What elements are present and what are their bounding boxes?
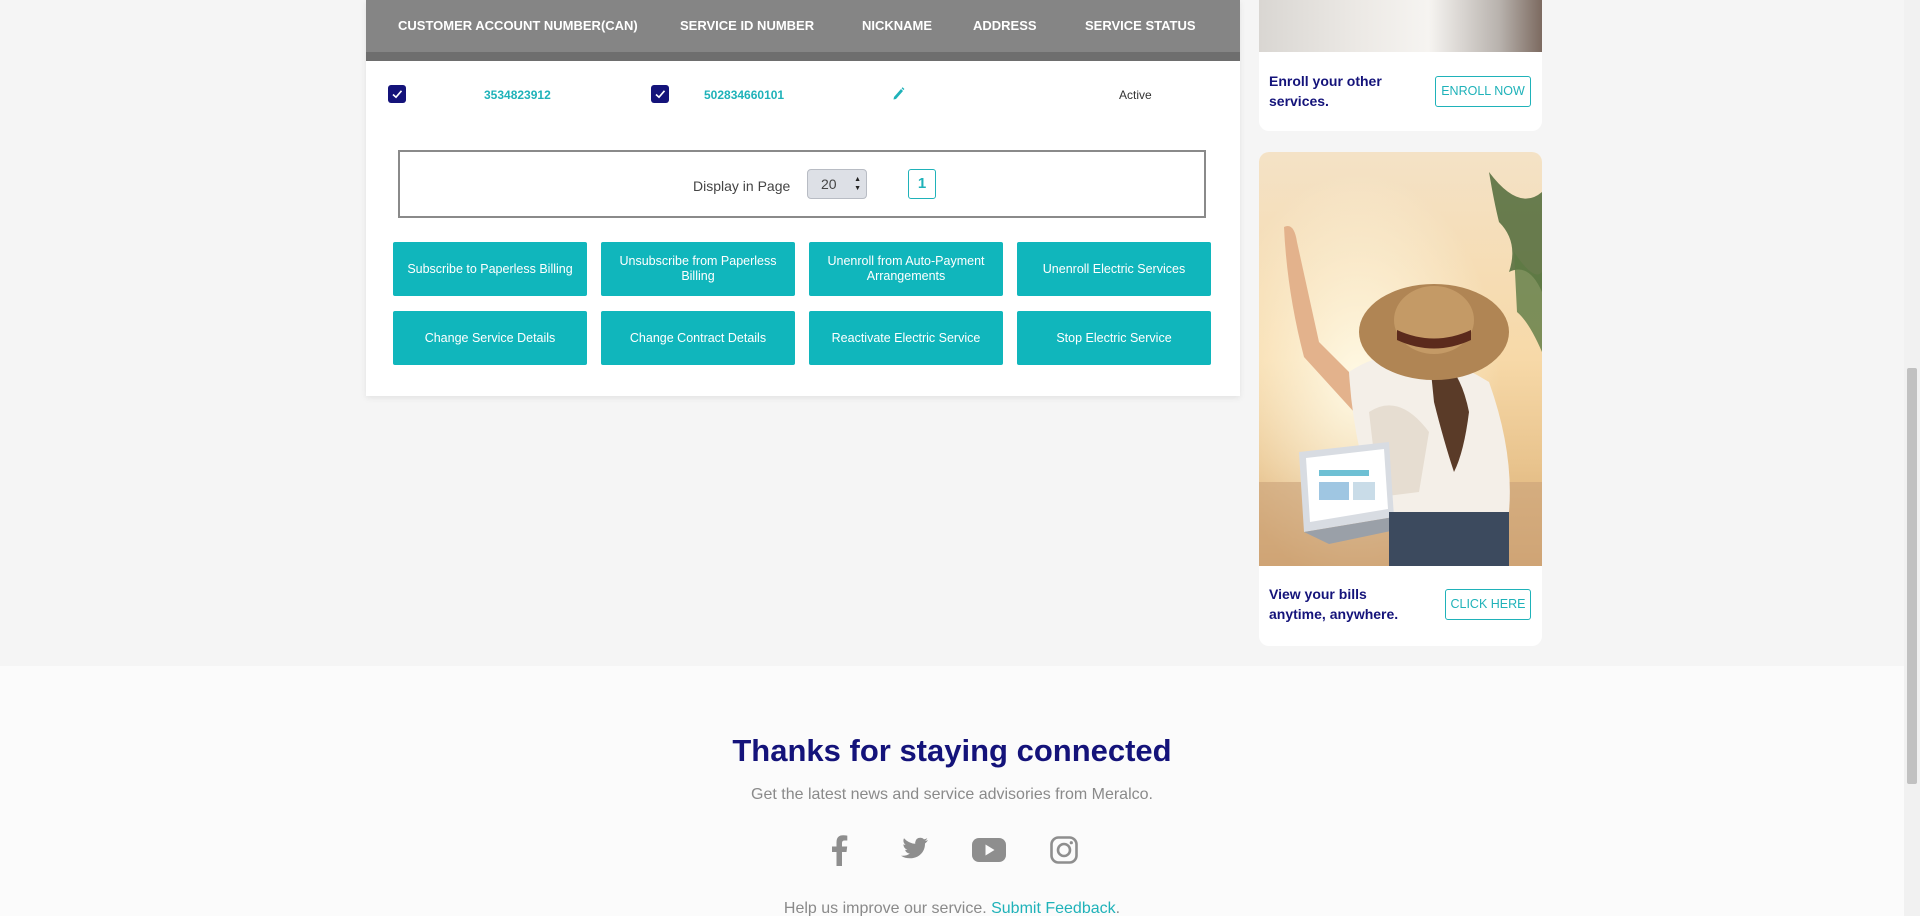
footer: Thanks for staying connected Get the lat… [0, 666, 1904, 916]
footer-help-suffix: . [1115, 900, 1121, 916]
pagination-bar: Display in Page 20 ▲ ▼ 1 [398, 150, 1206, 218]
reactivate-electric-button[interactable]: Reactivate Electric Service [809, 311, 1003, 365]
header-service-id[interactable]: SERVICE ID NUMBER [680, 18, 814, 33]
check-icon [392, 90, 403, 99]
page-size-value: 20 [821, 176, 837, 192]
page-scrollbar[interactable] [1904, 0, 1920, 916]
unenroll-autopay-button[interactable]: Unenroll from Auto-Payment Arrangements [809, 242, 1003, 296]
youtube-icon[interactable] [971, 832, 1007, 868]
unsubscribe-paperless-button[interactable]: Unsubscribe from Paperless Billing [601, 242, 795, 296]
subscribe-paperless-button[interactable]: Subscribe to Paperless Billing [393, 242, 587, 296]
edit-nickname-pencil-icon[interactable] [891, 85, 905, 101]
enroll-ad-text: Enroll your other services. [1269, 73, 1382, 109]
unenroll-electric-button[interactable]: Unenroll Electric Services [1017, 242, 1211, 296]
stop-electric-button[interactable]: Stop Electric Service [1017, 311, 1211, 365]
scrollbar-thumb[interactable] [1907, 368, 1917, 784]
service-id-link[interactable]: 502834660101 [704, 88, 784, 102]
page-size-stepper[interactable]: 20 ▲ ▼ [807, 169, 867, 199]
facebook-icon[interactable] [821, 832, 857, 868]
header-can[interactable]: CUSTOMER ACCOUNT NUMBER(CAN) [398, 18, 638, 33]
twitter-icon[interactable] [896, 832, 932, 868]
footer-title: Thanks for staying connected [732, 733, 1172, 768]
woman-laptop-beach-image [1259, 152, 1542, 566]
ad-bill-image [1259, 0, 1542, 52]
can-link[interactable]: 3534823912 [484, 88, 551, 102]
change-service-details-button[interactable]: Change Service Details [393, 311, 587, 365]
service-accounts-card: CUSTOMER ACCOUNT NUMBER(CAN) SERVICE ID … [366, 0, 1240, 396]
check-icon [655, 90, 666, 99]
display-in-page-label: Display in Page [693, 178, 791, 194]
footer-feedback-line: Help us improve our service. Submit Feed… [0, 900, 1904, 916]
service-status: Active [1119, 88, 1152, 102]
instagram-icon[interactable] [1046, 832, 1082, 868]
submit-feedback-link[interactable]: Submit Feedback [991, 900, 1116, 916]
spinner-arrows-icon[interactable]: ▲ ▼ [854, 175, 861, 193]
enroll-services-ad: Enroll your other services. ENROLL NOW [1259, 0, 1542, 131]
table-row: 3534823912 502834660101 Active [366, 61, 1240, 127]
page-1-button[interactable]: 1 [908, 169, 936, 199]
view-bills-ad: View your bills anytime, anywhere. CLICK… [1259, 152, 1542, 646]
click-here-button[interactable]: CLICK HERE [1445, 589, 1531, 620]
enroll-now-button[interactable]: ENROLL NOW [1435, 76, 1531, 107]
can-checkbox[interactable] [388, 85, 406, 103]
header-nickname[interactable]: NICKNAME [862, 18, 932, 33]
header-address[interactable]: ADDRESS [973, 18, 1037, 33]
change-contract-details-button[interactable]: Change Contract Details [601, 311, 795, 365]
table-header: CUSTOMER ACCOUNT NUMBER(CAN) SERVICE ID … [366, 0, 1240, 61]
service-id-checkbox[interactable] [651, 85, 669, 103]
footer-subtitle: Get the latest news and service advisori… [751, 786, 1153, 803]
footer-help-text: Help us improve our service. [783, 900, 992, 916]
bills-ad-text: View your bills anytime, anywhere. [1269, 586, 1399, 622]
header-service-status[interactable]: SERVICE STATUS [1085, 18, 1196, 33]
